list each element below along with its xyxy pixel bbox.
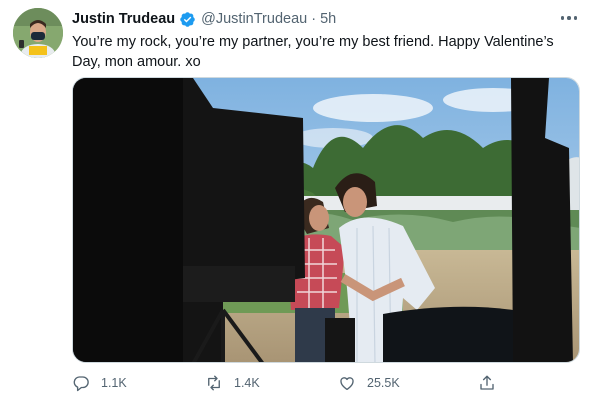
like-icon [340, 377, 354, 391]
avatar-image [13, 8, 63, 58]
avatar[interactable] [13, 8, 63, 58]
share-button[interactable] [478, 372, 496, 394]
share-icon [480, 375, 494, 390]
more-options-icon[interactable] [558, 9, 580, 27]
tweet-text: You’re my rock, you’re my partner, you’r… [72, 34, 554, 70]
reply-count: 1.1K [101, 376, 127, 390]
photo-image [73, 78, 579, 362]
reply-icon [73, 376, 89, 392]
verified-badge-icon [179, 11, 196, 28]
tweet[interactable]: Justin Trudeau @JustinTrudeau · 5h You’r… [0, 0, 594, 401]
separator-dot: · [311, 11, 317, 27]
author-name[interactable]: Justin Trudeau [72, 11, 175, 27]
like-button[interactable]: 25.5K [338, 372, 400, 394]
author-handle[interactable]: @JustinTrudeau [201, 11, 307, 27]
reply-button[interactable]: 1.1K [72, 372, 127, 394]
retweet-icon [208, 375, 220, 391]
timestamp[interactable]: 5h [320, 11, 336, 27]
tweet-header: Justin Trudeau @JustinTrudeau · 5h [72, 9, 336, 29]
tweet-actions: 1.1K 1.4K 25.5K [72, 372, 502, 394]
like-count: 25.5K [367, 376, 400, 390]
retweet-count: 1.4K [234, 376, 260, 390]
tweet-photo[interactable] [72, 77, 580, 363]
retweet-button[interactable]: 1.4K [205, 372, 260, 394]
